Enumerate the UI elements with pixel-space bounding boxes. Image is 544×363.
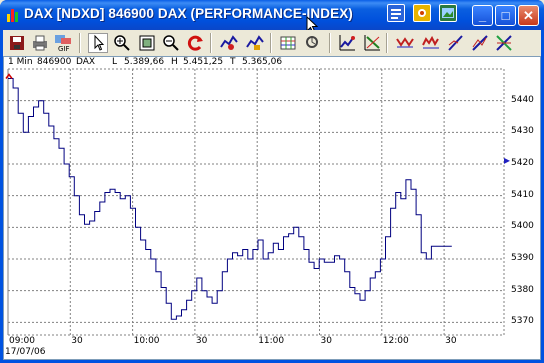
pointer-icon[interactable]: [88, 33, 108, 53]
x-tick-label: 11:00: [258, 336, 285, 346]
fan-icon[interactable]: [470, 33, 490, 53]
svg-text:GIF: GIF: [58, 45, 70, 53]
zoom-in-icon[interactable]: [112, 33, 132, 53]
delete-drawings-icon[interactable]: [494, 33, 514, 53]
maximize-icon: □: [501, 8, 510, 23]
start-marker: [5, 73, 13, 79]
zoom-area-icon[interactable]: [137, 33, 157, 53]
chart-window: DAX [NDXD] 846900 DAX (PERFORMANCE-INDEX…: [0, 0, 544, 363]
x-tick-label: 10:00: [133, 336, 160, 346]
x-tick-label: 30: [445, 336, 457, 346]
x-tick-label: 30: [195, 336, 208, 346]
export-gif-icon[interactable]: GIF: [53, 33, 73, 53]
price-chart: [5, 68, 510, 336]
refresh-icon[interactable]: [186, 33, 206, 53]
plot-frame: [7, 68, 505, 336]
price-line: [8, 78, 452, 320]
date-label: 17/07/06: [5, 347, 46, 357]
calculator-icon[interactable]: [303, 33, 323, 53]
y-tick-label: 5440: [511, 94, 534, 105]
y-tick-label: 5410: [511, 189, 534, 200]
y-tick-label: 5420: [511, 158, 534, 168]
y-tick-label: 5370: [511, 316, 534, 327]
app-icon: [7, 9, 19, 22]
x-tick-label: 09:00: [9, 336, 35, 346]
window-list-icon[interactable]: [387, 4, 405, 22]
draw-line-icon[interactable]: [446, 33, 466, 53]
x-tick-label: 30: [71, 336, 83, 346]
chart-style-icon[interactable]: [362, 33, 382, 53]
minimize-button[interactable]: _: [472, 5, 493, 26]
trend-line-icon[interactable]: [395, 33, 415, 53]
y-tick-label: 5380: [511, 284, 534, 295]
indicator-add-icon[interactable]: [219, 33, 239, 53]
close-button[interactable]: ✕: [518, 5, 539, 26]
chart-area[interactable]: 1 Min 846900 DAX L 5.389,66 H 5.451,25 T…: [3, 56, 541, 360]
print-icon[interactable]: [30, 33, 50, 53]
title-bar[interactable]: DAX [NDXD] 846900 DAX (PERFORMANCE-INDEX…: [0, 0, 544, 34]
minimize-icon: _: [478, 8, 487, 23]
y-tick-label: 5390: [511, 253, 534, 263]
x-tick-label: 30: [320, 336, 332, 346]
y-tick-label: 5430: [511, 126, 534, 137]
picture-icon[interactable]: [439, 4, 457, 22]
window-title: DAX [NDXD] 846900 DAX (PERFORMANCE-INDEX…: [24, 6, 353, 21]
grid-icon[interactable]: [279, 33, 299, 53]
chart-type-icon[interactable]: [337, 33, 357, 53]
maximize-button[interactable]: □: [495, 5, 516, 26]
close-icon: ✕: [523, 8, 534, 23]
save-icon[interactable]: [7, 33, 27, 53]
toolbar: GIF: [3, 30, 541, 57]
zoom-out-icon[interactable]: [161, 33, 181, 53]
y-tick-label: 5400: [511, 221, 534, 232]
x-tick-label: 12:00: [382, 336, 409, 346]
current-price-marker: [504, 157, 510, 164]
settings-icon[interactable]: [413, 4, 431, 22]
wave-icon[interactable]: [421, 33, 441, 53]
indicator-settings-icon[interactable]: [245, 33, 265, 53]
